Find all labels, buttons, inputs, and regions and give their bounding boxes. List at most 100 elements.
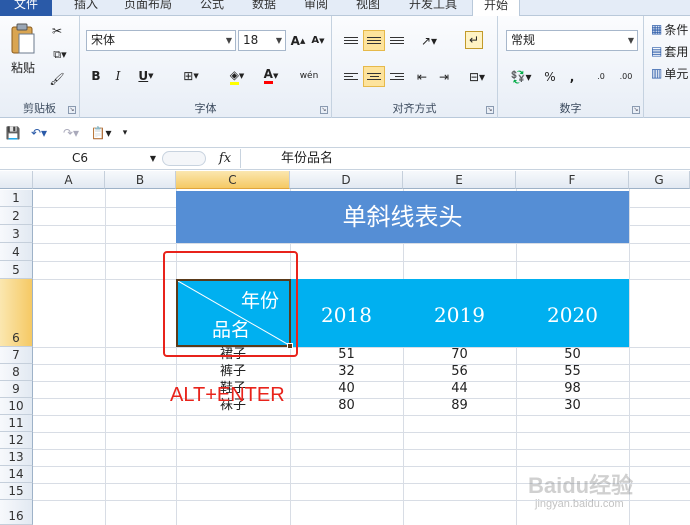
year-cell-2018[interactable]: 2018: [290, 279, 403, 347]
column-header-g[interactable]: G: [629, 171, 690, 189]
merge-center-button[interactable]: ⊟▾: [462, 66, 492, 87]
value-cell[interactable]: 98: [516, 382, 629, 396]
year-cell-2019[interactable]: 2019: [403, 279, 516, 347]
title-cell[interactable]: 单斜线表头: [176, 191, 629, 243]
font-color-button[interactable]: A ▼: [256, 66, 286, 86]
alignment-launcher-icon[interactable]: ↘: [486, 106, 494, 114]
name-box[interactable]: C6 ▼: [0, 149, 160, 168]
column-header-a[interactable]: A: [33, 171, 105, 189]
customize-toolbar-button[interactable]: ▾: [116, 125, 134, 141]
row-header-9[interactable]: 9: [0, 381, 33, 398]
column-header-b[interactable]: B: [105, 171, 176, 189]
row-header-3[interactable]: 3: [0, 225, 33, 243]
tab-data[interactable]: 数据: [244, 0, 284, 16]
number-format-select[interactable]: 常规 ▼: [506, 30, 638, 51]
tab-view[interactable]: 视图: [348, 0, 388, 16]
cut-button[interactable]: ✂: [46, 22, 68, 40]
formula-input[interactable]: 年份品名: [240, 149, 690, 168]
row-header-4[interactable]: 4: [0, 243, 33, 261]
borders-button[interactable]: ⊞ ▼: [176, 66, 206, 86]
item-name-cell[interactable]: 裤子: [176, 365, 290, 379]
increase-indent-button[interactable]: ⇥: [434, 66, 454, 87]
value-cell[interactable]: 89: [403, 399, 516, 413]
row-header-1[interactable]: 1: [0, 190, 33, 207]
row-header-7[interactable]: 7: [0, 347, 33, 364]
column-header-e[interactable]: E: [403, 171, 516, 189]
value-cell[interactable]: 30: [516, 399, 629, 413]
percent-button[interactable]: %: [540, 66, 560, 87]
alignment-group-label: 对齐方式: [392, 102, 437, 115]
value-cell[interactable]: 40: [290, 382, 403, 396]
tab-developer[interactable]: 开发工具: [402, 0, 464, 16]
value-cell[interactable]: 50: [516, 348, 629, 362]
row-header-2[interactable]: 2: [0, 207, 33, 225]
value-cell[interactable]: 51: [290, 348, 403, 362]
fill-color-button[interactable]: ◈ ▼: [222, 66, 252, 86]
orientation-button[interactable]: ↗▾: [414, 30, 444, 51]
format-painter-button[interactable]: 🖌: [46, 70, 68, 88]
align-middle-button[interactable]: [363, 30, 385, 51]
phonetic-button[interactable]: wén: [294, 66, 324, 86]
value-cell[interactable]: 80: [290, 399, 403, 413]
row-header-13[interactable]: 13: [0, 449, 33, 466]
number-launcher-icon[interactable]: ↘: [632, 106, 640, 114]
row-header-8[interactable]: 8: [0, 364, 33, 381]
tab-formulas[interactable]: 公式: [192, 0, 232, 16]
column-header-f[interactable]: F: [516, 171, 629, 189]
align-bottom-button[interactable]: [386, 30, 408, 51]
paste-button[interactable]: 粘贴: [6, 20, 40, 78]
column-header-d[interactable]: D: [290, 171, 403, 189]
underline-button[interactable]: U ▼: [132, 66, 160, 86]
row-header-11[interactable]: 11: [0, 415, 33, 432]
grow-font-button[interactable]: A ▲: [288, 30, 308, 51]
tab-home[interactable]: 开始: [472, 0, 520, 17]
comma-button[interactable]: ,: [562, 66, 582, 87]
row-header-12[interactable]: 12: [0, 432, 33, 449]
select-all-corner[interactable]: [0, 171, 33, 189]
format-as-table-button[interactable]: ▤ 套用: [650, 42, 690, 60]
cell-styles-button[interactable]: ▥ 单元: [650, 64, 690, 82]
formula-bar-resize-handle[interactable]: [162, 151, 206, 166]
value-cell[interactable]: 44: [403, 382, 516, 396]
decrease-decimal-button[interactable]: .00: [614, 66, 638, 87]
column-header-c[interactable]: C: [176, 171, 290, 189]
align-top-button[interactable]: [340, 30, 362, 51]
copy-button[interactable]: ⧉▾: [46, 46, 74, 64]
row-header-16[interactable]: 16: [0, 500, 33, 525]
wrap-text-button[interactable]: ↵: [462, 28, 486, 52]
currency-button[interactable]: 💱▾: [506, 66, 536, 87]
font-size-select[interactable]: 18 ▼: [238, 30, 286, 51]
value-cell[interactable]: 55: [516, 365, 629, 379]
tab-insert[interactable]: 插入: [64, 0, 108, 16]
row-header-5[interactable]: 5: [0, 261, 33, 279]
tab-file[interactable]: 文件: [0, 0, 52, 16]
conditional-format-button[interactable]: ▦ 条件: [650, 20, 690, 38]
tab-page-layout[interactable]: 页面布局: [116, 0, 180, 16]
redo-button[interactable]: ↷▾: [58, 125, 84, 141]
font-launcher-icon[interactable]: ↘: [320, 106, 328, 114]
align-center-button[interactable]: [363, 66, 385, 87]
insert-function-button[interactable]: fx: [214, 149, 236, 168]
row-header-14[interactable]: 14: [0, 466, 33, 483]
clipboard-launcher-icon[interactable]: ↘: [68, 106, 76, 114]
decrease-indent-button[interactable]: ⇤: [412, 66, 432, 87]
font-family-select[interactable]: 宋体 ▼: [86, 30, 236, 51]
tab-review[interactable]: 审阅: [296, 0, 336, 16]
row-header-6[interactable]: 6: [0, 279, 33, 347]
year-cell-2020[interactable]: 2020: [516, 279, 629, 347]
value-cell[interactable]: 32: [290, 365, 403, 379]
increase-decimal-button[interactable]: .0: [590, 66, 612, 87]
save-button[interactable]: 💾: [4, 125, 22, 141]
undo-button[interactable]: ↶▾: [26, 125, 52, 141]
value-cell[interactable]: 70: [403, 348, 516, 362]
bold-button[interactable]: B: [86, 66, 106, 86]
value-cell[interactable]: 56: [403, 365, 516, 379]
paste-special-button[interactable]: 📋▾: [88, 125, 114, 141]
align-right-button[interactable]: [386, 66, 408, 87]
watermark-logo: Baidu经验: [528, 473, 634, 498]
row-header-15[interactable]: 15: [0, 483, 33, 500]
row-header-10[interactable]: 10: [0, 398, 33, 415]
align-left-button[interactable]: [340, 66, 362, 87]
italic-button[interactable]: I: [108, 66, 128, 86]
shrink-font-button[interactable]: A ▼: [308, 30, 328, 51]
